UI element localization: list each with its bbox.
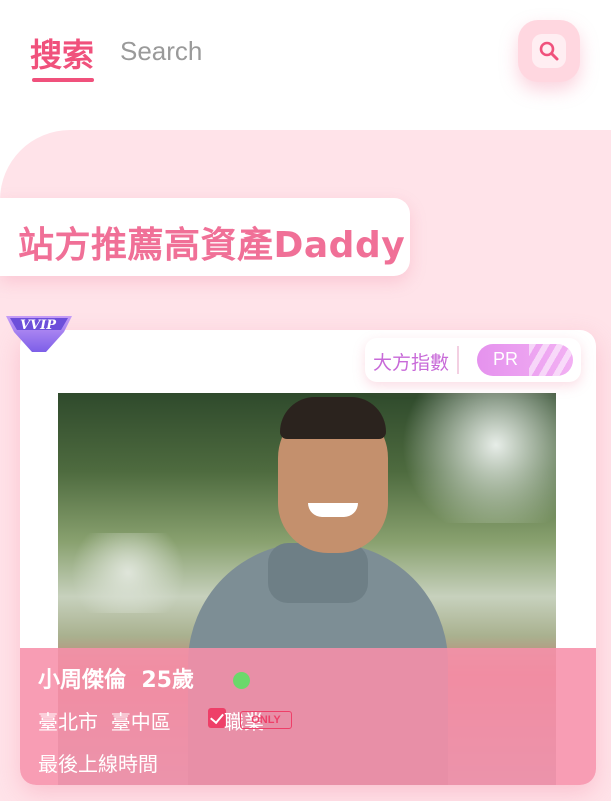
search-button[interactable]	[518, 20, 580, 82]
vvip-label: VVIP	[20, 318, 57, 333]
only-badge: ONLY	[240, 711, 292, 729]
profile-age: 25歲	[141, 668, 194, 693]
profile-location: 臺北市 臺中區	[38, 706, 171, 735]
profile-city: 臺北市	[38, 710, 98, 734]
tab-search-en[interactable]: Search	[120, 36, 202, 67]
search-icon	[532, 34, 566, 68]
pr-badge: PR	[477, 344, 573, 376]
profile-name-age: 小周傑倫 25歲	[38, 662, 194, 694]
profile-card[interactable]: 小周傑倫 25歲 臺北市 臺中區 職業 ONLY 最後上線時間	[20, 330, 596, 785]
recommend-banner: 站方推薦高資產Daddy	[0, 198, 410, 276]
tab-search[interactable]: 搜索	[30, 30, 95, 82]
pr-label: PR	[493, 349, 519, 369]
last-online-label: 最後上線時間	[38, 752, 158, 776]
tab-active-underline	[32, 78, 95, 82]
profile-name: 小周傑倫	[38, 668, 127, 693]
profile-info: 小周傑倫 25歲 臺北市 臺中區 職業 ONLY 最後上線時間	[20, 648, 596, 785]
profile-district: 臺中區	[110, 710, 171, 734]
generosity-label: 大方指數	[373, 352, 450, 374]
top-bar: 搜索 Search	[0, 0, 611, 150]
generosity-index[interactable]: 大方指數 PR	[365, 338, 581, 382]
tab-search-label: 搜索	[30, 36, 95, 74]
pill-divider	[457, 346, 459, 374]
banner-title: 站方推薦高資產Daddy	[18, 225, 406, 266]
online-status-icon	[233, 672, 250, 689]
